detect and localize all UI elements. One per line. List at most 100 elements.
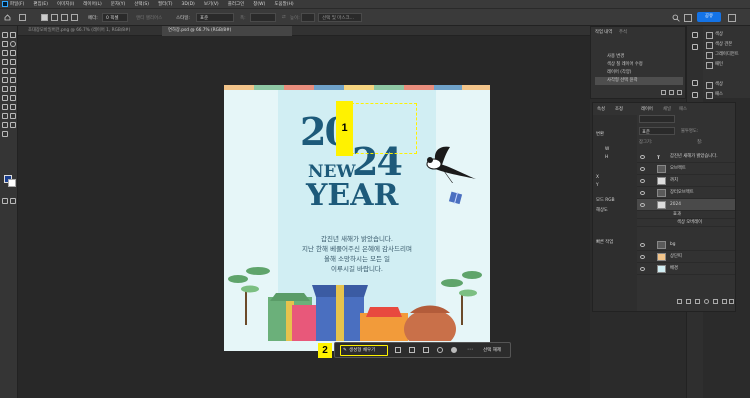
menu-help[interactable]: 도움말(H)	[274, 1, 293, 7]
quick-mask-icon[interactable]	[2, 198, 8, 204]
tab-layers[interactable]: 레이어	[641, 106, 653, 112]
link-layers-icon[interactable]	[677, 299, 682, 304]
menu-filter[interactable]: 필터(T)	[158, 1, 173, 7]
layer-row[interactable]: 장터오브젝트	[637, 187, 735, 199]
workspace-icon[interactable]	[684, 14, 692, 22]
invert-selection-icon[interactable]	[423, 347, 429, 353]
history-row[interactable]: 색상 칠 레이어 수정	[595, 61, 683, 69]
history-row-selected[interactable]: 사각형 선택 윤곽	[595, 77, 683, 85]
history-brush-tool-icon[interactable]	[10, 77, 16, 83]
new-layer-icon[interactable]	[722, 299, 727, 304]
visibility-eye-icon[interactable]	[640, 191, 645, 195]
menu-view[interactable]: 보기(V)	[204, 1, 219, 7]
layer-filter-select[interactable]	[639, 115, 675, 123]
tab-adjustments[interactable]: 조정	[615, 106, 623, 112]
visibility-eye-icon[interactable]	[640, 243, 645, 247]
layer-row-text[interactable]: T 갑진년 새해가 밝았습니다.	[637, 151, 735, 163]
layer-row-group[interactable]: bg	[637, 239, 735, 251]
menu-image[interactable]: 이미지(I)	[57, 1, 74, 7]
gradients-panel-item[interactable]: 그레이디언트	[706, 50, 739, 59]
pen-tool-icon[interactable]	[2, 104, 8, 110]
shape-tool-icon[interactable]	[10, 113, 16, 119]
visibility-eye-icon[interactable]	[640, 179, 645, 183]
clone-stamp-tool-icon[interactable]	[2, 77, 8, 83]
patterns-panel-item[interactable]: 패턴	[706, 60, 723, 69]
new-selection-icon[interactable]	[41, 14, 48, 21]
modify-selection-icon[interactable]	[409, 347, 415, 353]
visibility-eye-icon[interactable]	[640, 267, 645, 271]
path-select-tool-icon[interactable]	[2, 113, 8, 119]
tab-greeting-card[interactable]: 연하장.psd @ 66.7% (RGB/8#)	[162, 26, 292, 36]
tab-history[interactable]: 작업 내역	[595, 29, 612, 35]
brush-panel-icon[interactable]	[692, 44, 698, 50]
add-style-icon[interactable]	[686, 299, 691, 304]
gradient-tool-icon[interactable]	[10, 86, 16, 92]
layer-row-selected[interactable]: 2024	[637, 199, 735, 211]
visibility-eye-icon[interactable]	[640, 255, 645, 259]
dodge-tool-icon[interactable]	[10, 95, 16, 101]
marquee-tool-icon[interactable]	[19, 14, 26, 21]
subtract-selection-icon[interactable]	[61, 14, 68, 21]
blur-tool-icon[interactable]	[2, 95, 8, 101]
share-button[interactable]: 공유	[697, 12, 721, 22]
adjustment-icon[interactable]	[451, 347, 457, 353]
feather-input[interactable]: 0 픽셀	[102, 13, 128, 22]
eyedropper-tool-icon[interactable]	[10, 59, 16, 65]
object-select-tool-icon[interactable]	[2, 50, 8, 56]
height-input[interactable]	[301, 13, 315, 22]
effect-item-row[interactable]: 색상 오버레이	[637, 219, 735, 227]
lasso-tool-icon[interactable]	[10, 41, 16, 47]
selection-marquee[interactable]	[351, 103, 417, 154]
menu-window[interactable]: 창(W)	[253, 1, 265, 7]
swatches-panel-item[interactable]: 색상 견본	[706, 40, 732, 49]
blend-mode-select[interactable]: 표준	[639, 127, 675, 135]
menu-plugins[interactable]: 플러그인	[228, 1, 245, 7]
search-icon[interactable]	[672, 14, 680, 22]
trash-icon[interactable]	[677, 90, 682, 95]
deselect-button[interactable]: 선택 해제	[483, 343, 501, 359]
visibility-eye-icon[interactable]	[640, 155, 645, 159]
history-row[interactable]: 레이어 (각양)	[595, 69, 683, 77]
delete-layer-icon[interactable]	[729, 299, 734, 304]
crop-tool-icon[interactable]	[10, 50, 16, 56]
select-mask-button[interactable]: 선택 및 마스크...	[318, 13, 362, 22]
menu-type[interactable]: 문자(Y)	[111, 1, 126, 7]
camera-icon[interactable]	[669, 90, 674, 95]
layer-row-group[interactable]: 오브젝트	[637, 163, 735, 175]
fill-selection-icon[interactable]	[437, 347, 443, 353]
layer-row[interactable]: 배경	[637, 263, 735, 275]
type-tool-icon[interactable]	[10, 104, 16, 110]
paths-panel-item[interactable]: 패스	[706, 90, 723, 99]
effects-row[interactable]: 효과	[637, 211, 735, 219]
history-row[interactable]: 사용 변경	[595, 53, 683, 61]
move-tool-icon[interactable]	[2, 32, 8, 38]
healing-brush-tool-icon[interactable]	[2, 68, 8, 74]
brush-tool-icon[interactable]	[10, 68, 16, 74]
visibility-eye-icon[interactable]	[640, 203, 645, 207]
tab-channels[interactable]: 채널	[663, 106, 671, 112]
menu-edit[interactable]: 편집(E)	[33, 1, 48, 7]
screen-mode-icon[interactable]	[10, 198, 16, 204]
add-selection-icon[interactable]	[51, 14, 58, 21]
tab-invitation[interactable]: 초대장모바일버전.png @ 66.7% (레이어 1, RGB/8#)	[22, 26, 162, 36]
background-color-swatch[interactable]	[8, 179, 16, 187]
tab-notes[interactable]: 주석	[619, 29, 627, 35]
antialias-label[interactable]: 앤티 앨리어스	[136, 15, 162, 21]
frame-tool-icon[interactable]	[2, 59, 8, 65]
add-mask-icon[interactable]	[695, 299, 700, 304]
menu-3d[interactable]: 3D(D)	[182, 2, 195, 7]
tab-paths[interactable]: 패스	[679, 106, 687, 112]
layout-icon[interactable]	[728, 14, 736, 22]
menu-layer[interactable]: 레이어(L)	[83, 1, 101, 7]
generative-fill-button[interactable]: ✎ 생성형 채우기	[340, 345, 388, 356]
more-tools-icon[interactable]	[2, 131, 8, 137]
mask-icon[interactable]	[395, 347, 401, 353]
more-options-icon[interactable]: ⋯	[467, 346, 473, 353]
adjustment-layer-icon[interactable]	[704, 299, 709, 304]
home-icon[interactable]	[4, 14, 11, 21]
zoom-tool-icon[interactable]	[10, 122, 16, 128]
history-panel-icon[interactable]	[692, 32, 698, 38]
intersect-selection-icon[interactable]	[71, 14, 78, 21]
visibility-eye-icon[interactable]	[640, 167, 645, 171]
snapshot-icon[interactable]	[661, 90, 666, 95]
